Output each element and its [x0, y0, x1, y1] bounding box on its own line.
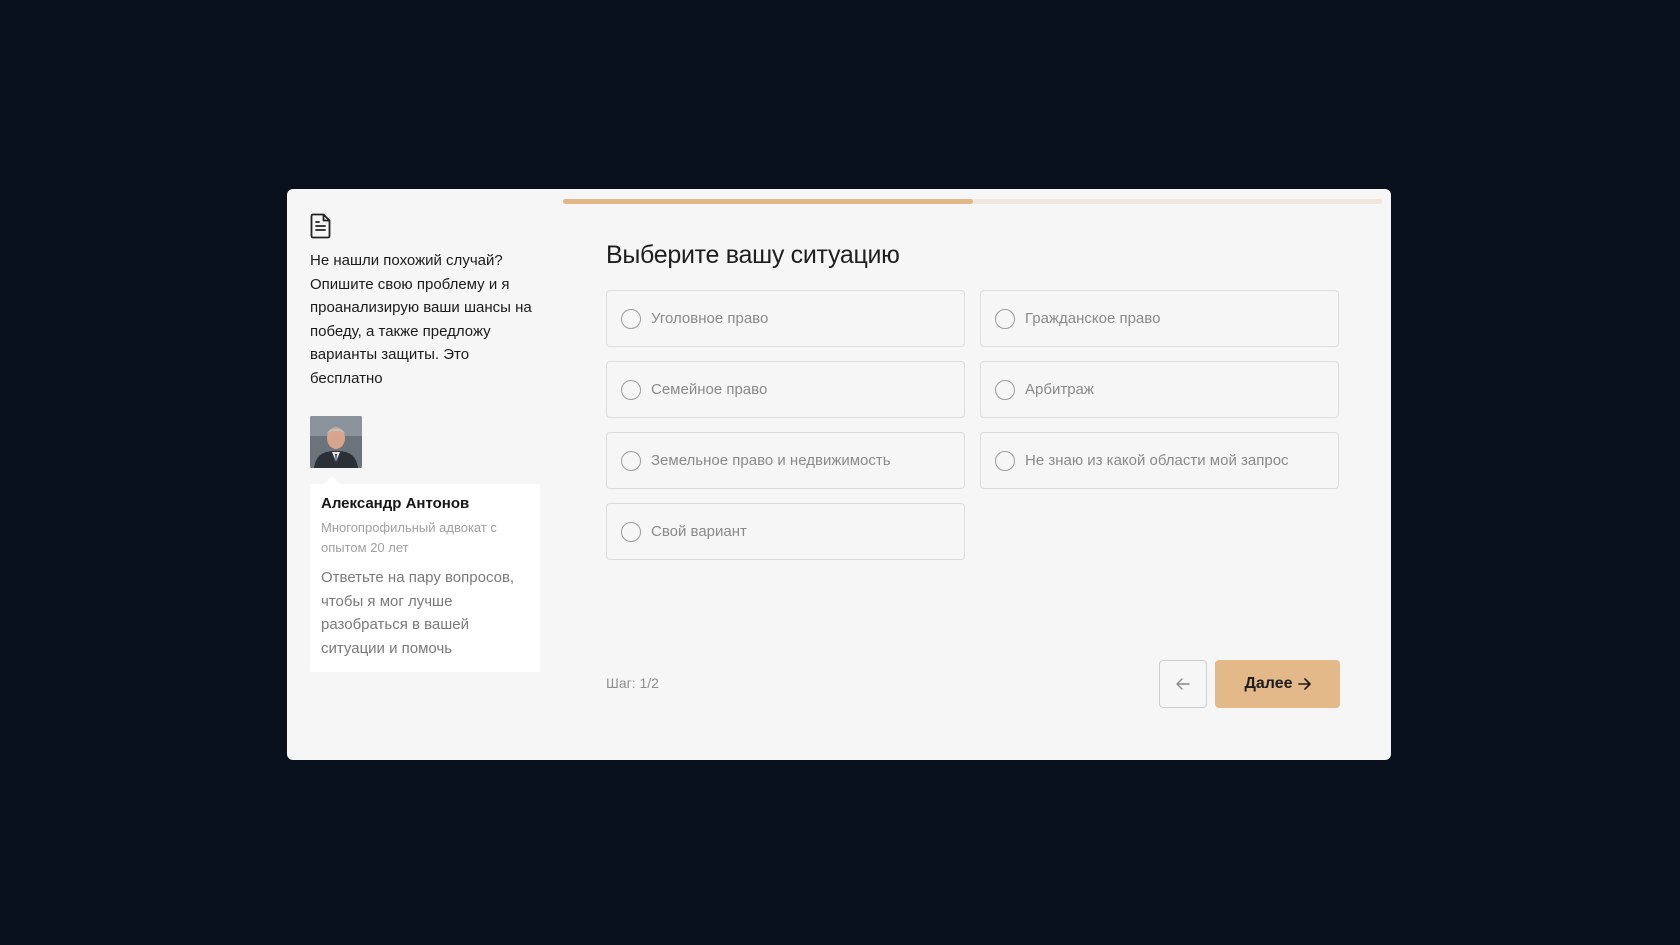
option-unknown[interactable]: Не знаю из какой области мой запрос: [980, 432, 1339, 489]
option-land-law[interactable]: Земельное право и недвижимость: [606, 432, 965, 489]
lawyer-message: Ответьте на пару вопросов, чтобы я мог л…: [321, 569, 515, 657]
lawyer-name: Александр Антонов: [321, 495, 470, 512]
quiz-modal: Не нашли похожий случай? Опишите свою пр…: [287, 189, 1391, 760]
page-title: Выберите вашу ситуацию: [606, 241, 900, 269]
lawyer-role: Многопрофильный адвокат с опытом 20 лет: [321, 520, 497, 555]
radio-button[interactable]: [621, 450, 641, 471]
step-indicator: Шаг: 1/2: [606, 675, 659, 691]
option-arbitration[interactable]: Арбитраж: [980, 361, 1339, 418]
option-label: Не знаю из какой области мой запрос: [1025, 452, 1289, 469]
radio-button[interactable]: [621, 379, 641, 400]
radio-button[interactable]: [995, 308, 1015, 329]
next-button-label: Далее: [1244, 675, 1293, 692]
avatar-photo: [310, 416, 362, 468]
main-content: Выберите вашу ситуацию Уголовное право Г…: [606, 241, 1341, 560]
option-label: Земельное право и недвижимость: [651, 452, 891, 469]
progress-bar-fill: [563, 199, 973, 204]
radio-button[interactable]: [621, 308, 641, 329]
options-grid: Уголовное право Гражданское право Семейн…: [606, 290, 1341, 560]
option-criminal-law[interactable]: Уголовное право: [606, 290, 965, 347]
document-icon: [310, 213, 331, 239]
option-label: Семейное право: [651, 381, 768, 398]
option-label: Уголовное право: [651, 310, 769, 327]
option-label: Гражданское право: [1025, 310, 1161, 327]
progress-bar: [563, 199, 1382, 204]
option-label: Свой вариант: [651, 523, 747, 540]
arrow-left-icon: [1176, 678, 1190, 690]
back-button[interactable]: [1159, 660, 1207, 708]
arrow-right-icon: [1297, 678, 1311, 690]
radio-button[interactable]: [621, 521, 641, 542]
option-family-law[interactable]: Семейное право: [606, 361, 965, 418]
avatar: [310, 416, 362, 468]
sidebar: Не нашли похожий случай? Опишите свою пр…: [310, 213, 542, 672]
radio-button[interactable]: [995, 379, 1015, 400]
option-civil-law[interactable]: Гражданское право: [980, 290, 1339, 347]
option-label: Арбитраж: [1025, 381, 1094, 398]
next-button[interactable]: Далее: [1215, 660, 1340, 708]
radio-button[interactable]: [995, 450, 1015, 471]
sidebar-description: Не нашли похожий случай? Опишите свою пр…: [310, 252, 532, 387]
option-custom[interactable]: Свой вариант: [606, 503, 965, 560]
lawyer-card: Александр Антонов Многопрофильный адвока…: [310, 476, 540, 672]
